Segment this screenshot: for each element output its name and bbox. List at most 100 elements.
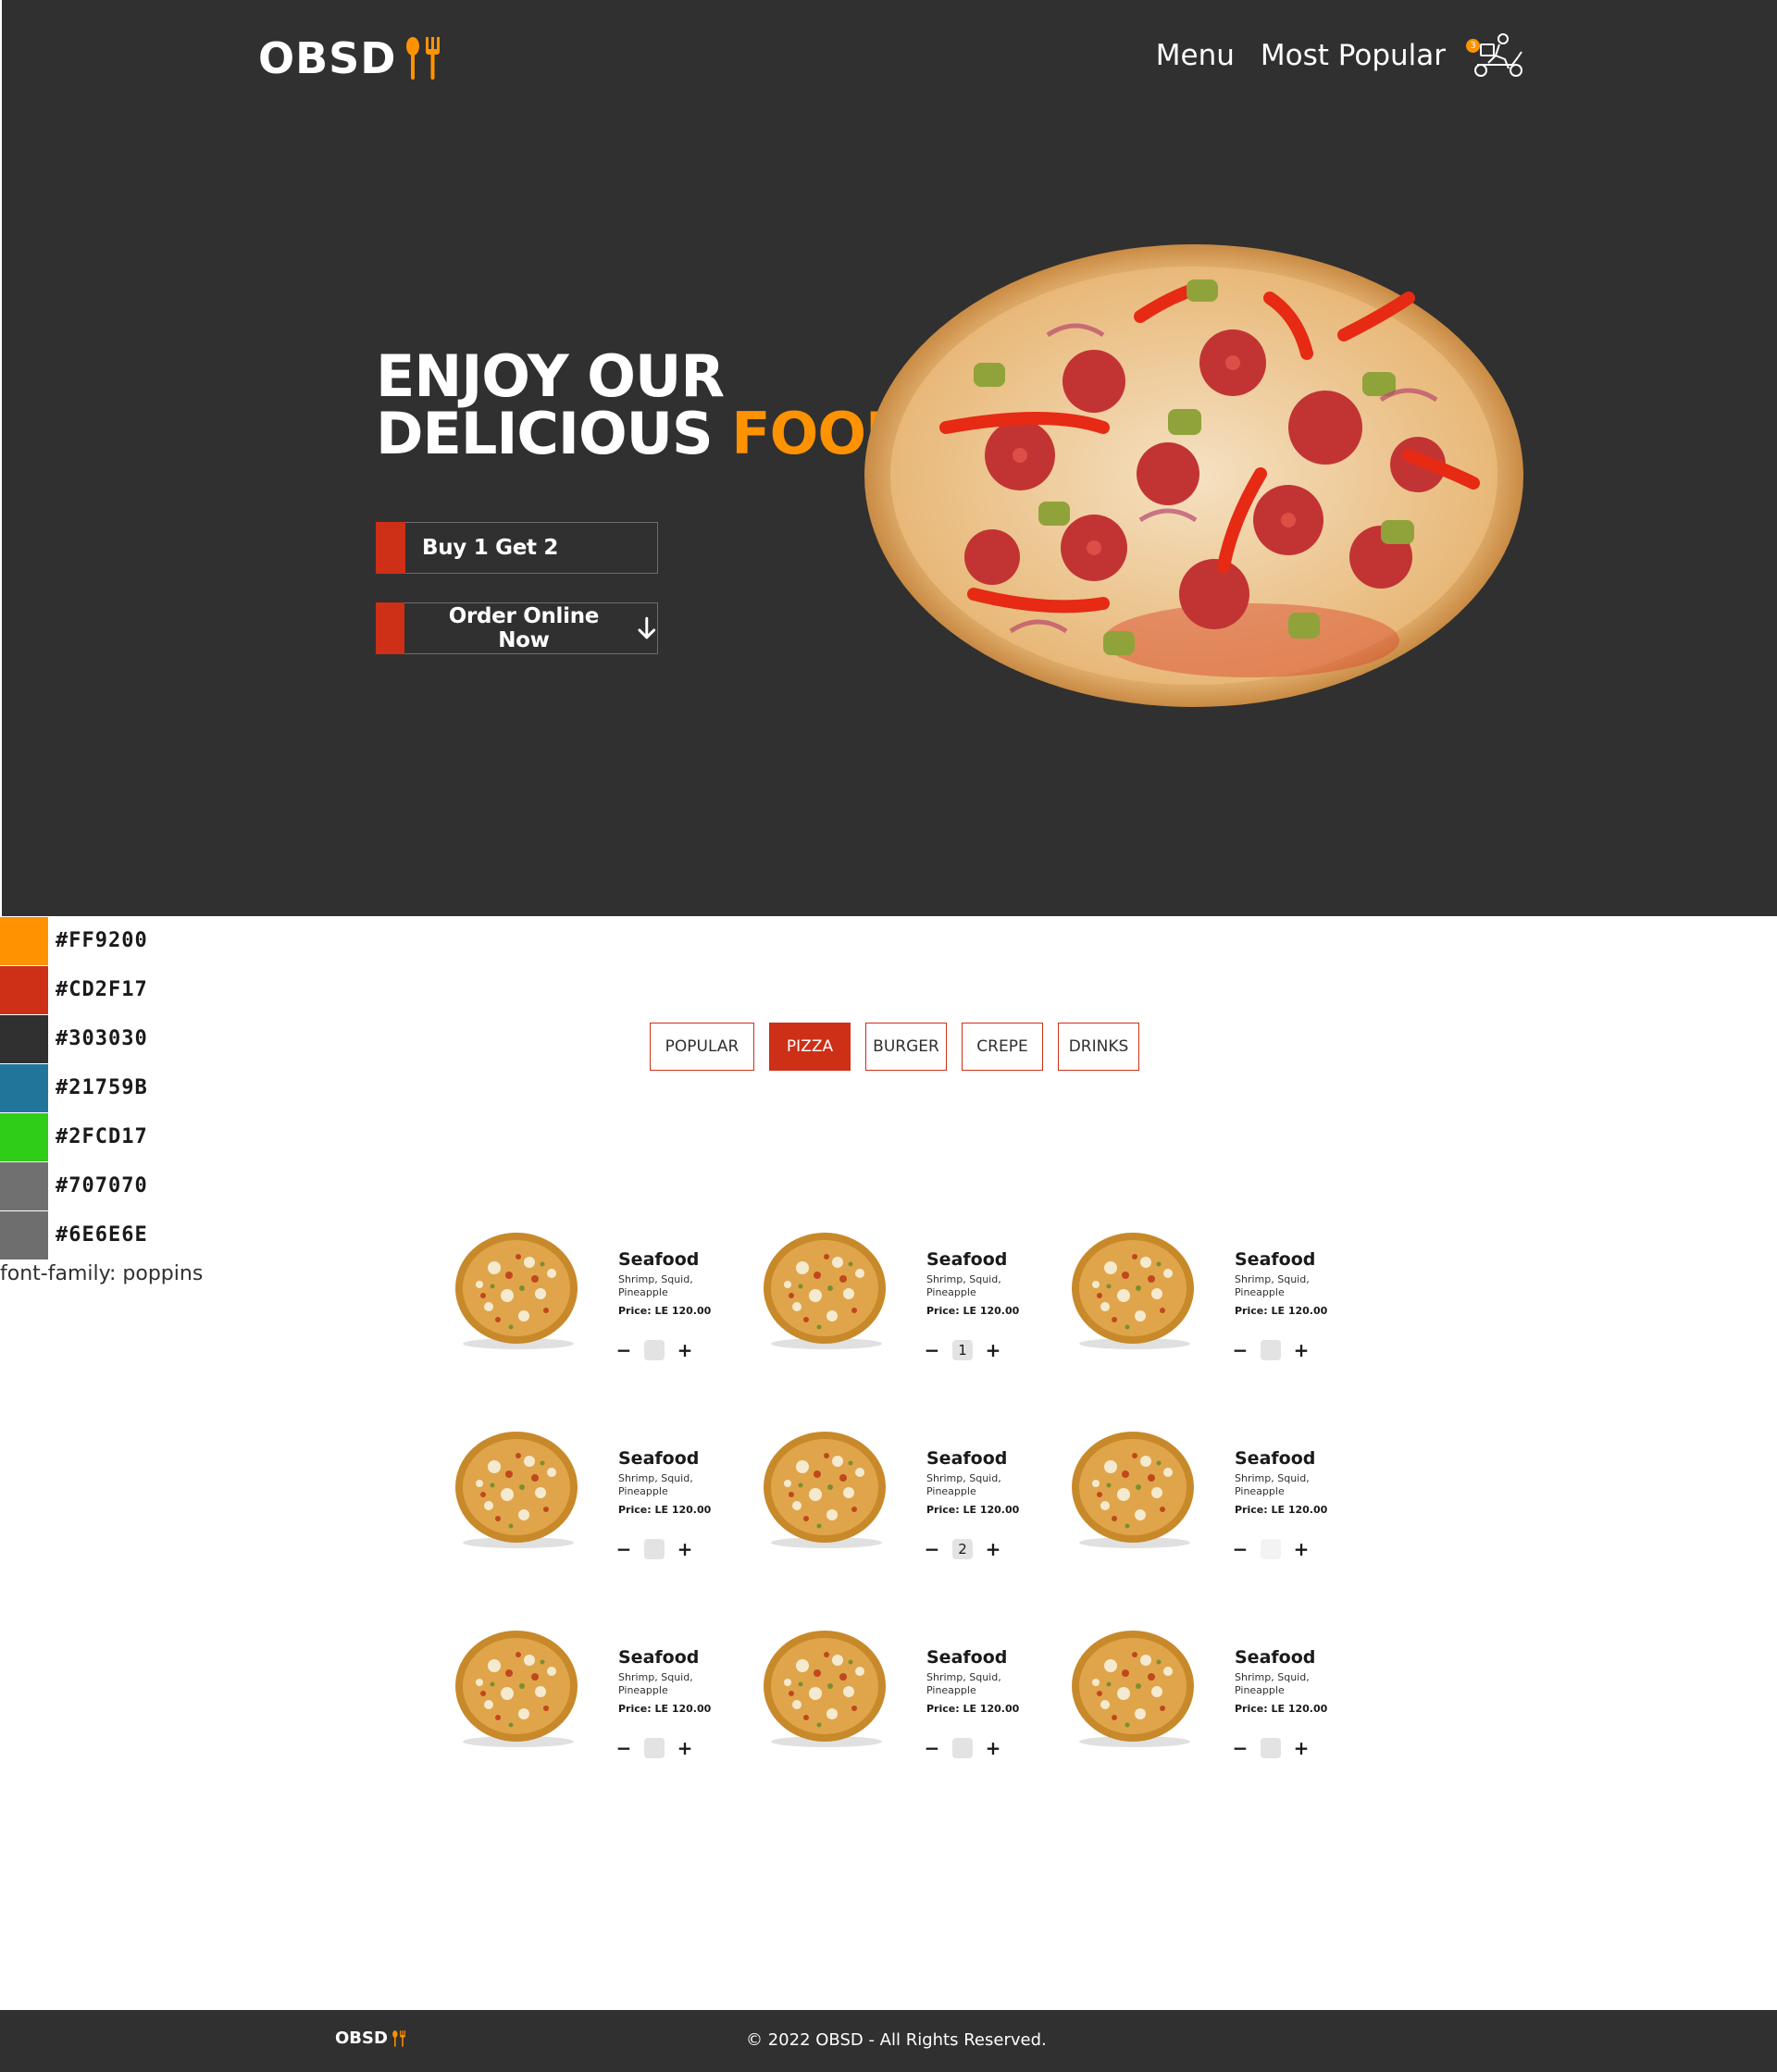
decrease-quantity-button[interactable]: −: [925, 1339, 940, 1361]
decrease-quantity-button[interactable]: −: [616, 1737, 632, 1759]
quantity-stepper: − +: [616, 1737, 693, 1759]
swatch-label: #21759B: [56, 1076, 148, 1099]
quantity-value[interactable]: [644, 1539, 665, 1559]
quantity-value[interactable]: [644, 1340, 665, 1360]
buy-button-label: Buy 1 Get 2: [422, 536, 559, 560]
product-card: Seafood Shrimp, Squid, Pineapple Price: …: [452, 1430, 729, 1569]
product-card: Seafood Shrimp, Squid, Pineapple Price: …: [452, 1231, 729, 1370]
increase-quantity-button[interactable]: +: [677, 1737, 693, 1759]
product-card: Seafood Shrimp, Squid, Pineapple Price: …: [1068, 1629, 1346, 1768]
button-accent-bar: [376, 602, 405, 654]
tab-drinks[interactable]: DRINKS: [1058, 1023, 1139, 1071]
quantity-value[interactable]: [1261, 1340, 1281, 1360]
product-price: Price: LE 120.00: [926, 1504, 1020, 1516]
product-card: Seafood Shrimp, Squid, Pineapple Price: …: [1068, 1430, 1346, 1569]
product-price: Price: LE 120.00: [1235, 1504, 1328, 1516]
decrease-quantity-button[interactable]: −: [925, 1737, 940, 1759]
swatch-color: [0, 1161, 48, 1210]
product-pizza-image: [455, 1233, 578, 1349]
product-price: Price: LE 120.00: [926, 1305, 1020, 1317]
swatch-label: #2FCD17: [56, 1125, 148, 1148]
increase-quantity-button[interactable]: +: [1294, 1737, 1310, 1759]
product-card: Seafood Shrimp, Squid, Pineapple Price: …: [760, 1430, 1038, 1569]
tab-crepe[interactable]: CREPE: [962, 1023, 1043, 1071]
buy-1-get-2-button[interactable]: Buy 1 Get 2: [376, 522, 658, 574]
product-description: Shrimp, Squid, Pineapple: [926, 1671, 1001, 1696]
quantity-stepper: − +: [1233, 1737, 1310, 1759]
product-description: Shrimp, Squid, Pineapple: [1235, 1273, 1310, 1298]
product-description: Shrimp, Squid, Pineapple: [618, 1671, 693, 1696]
quantity-stepper: − +: [925, 1737, 1001, 1759]
quantity-value[interactable]: [1261, 1539, 1281, 1559]
utensils-icon: [392, 2029, 405, 2047]
product-name: Seafood: [618, 1249, 700, 1270]
palette-row: #6E6E6E: [0, 1210, 148, 1259]
footer-logo[interactable]: OBSD: [335, 2029, 406, 2048]
decrease-quantity-button[interactable]: −: [1233, 1538, 1249, 1560]
product-card: Seafood Shrimp, Squid, Pineapple Price: …: [1068, 1231, 1346, 1370]
swatch-color: [0, 1210, 48, 1259]
nav-most-popular-link[interactable]: Most Popular: [1261, 39, 1446, 72]
utensils-icon: [406, 37, 441, 80]
decrease-quantity-button[interactable]: −: [616, 1538, 632, 1560]
tab-burger[interactable]: BURGER: [865, 1023, 947, 1071]
order-online-button[interactable]: Order Online Now: [376, 602, 658, 654]
quantity-stepper: − +: [1233, 1339, 1310, 1361]
decrease-quantity-button[interactable]: −: [616, 1339, 632, 1361]
product-card: Seafood Shrimp, Squid, Pineapple Price: …: [760, 1629, 1038, 1768]
palette-row: #2FCD17: [0, 1112, 148, 1161]
decrease-quantity-button[interactable]: −: [925, 1538, 940, 1560]
product-price: Price: LE 120.00: [618, 1305, 712, 1317]
decrease-quantity-button[interactable]: −: [1233, 1737, 1249, 1759]
increase-quantity-button[interactable]: +: [986, 1737, 1001, 1759]
increase-quantity-button[interactable]: +: [677, 1339, 693, 1361]
decrease-quantity-button[interactable]: −: [1233, 1339, 1249, 1361]
product-price: Price: LE 120.00: [618, 1703, 712, 1715]
footer-logo-text: OBSD: [335, 2029, 388, 2048]
nav-menu-link[interactable]: Menu: [1156, 39, 1235, 72]
increase-quantity-button[interactable]: +: [986, 1538, 1001, 1560]
quantity-value[interactable]: 1: [952, 1340, 973, 1360]
delivery-cart-button[interactable]: 3: [1466, 31, 1527, 80]
color-palette: #FF9200 #CD2F17 #303030 #21759B #2FCD17 …: [0, 916, 148, 1259]
hero-pizza-image: [864, 244, 1523, 707]
product-name: Seafood: [1235, 1647, 1316, 1668]
quantity-value[interactable]: [952, 1738, 973, 1758]
product-description: Shrimp, Squid, Pineapple: [926, 1472, 1001, 1497]
quantity-value[interactable]: [1261, 1738, 1281, 1758]
product-price: Price: LE 120.00: [926, 1703, 1020, 1715]
product-pizza-image: [455, 1432, 578, 1548]
brand-logo[interactable]: OBSD: [258, 33, 442, 83]
quantity-value[interactable]: [644, 1738, 665, 1758]
tab-popular[interactable]: POPULAR: [650, 1023, 754, 1071]
increase-quantity-button[interactable]: +: [1294, 1339, 1310, 1361]
swatch-color: [0, 916, 48, 965]
copyright-text: © 2022 OBSD - All Rights Reserved.: [746, 2030, 1047, 2050]
arrow-down-icon: [638, 616, 656, 639]
swatch-color: [0, 965, 48, 1014]
page-footer: OBSD © 2022 OBSD - All Rights Reserved.: [0, 2010, 1777, 2072]
swatch-label: #303030: [56, 1027, 148, 1050]
quantity-stepper: − 2 +: [925, 1538, 1001, 1560]
tab-pizza[interactable]: PIZZA: [769, 1023, 851, 1071]
product-description: Shrimp, Squid, Pineapple: [1235, 1671, 1310, 1696]
swatch-label: #CD2F17: [56, 978, 148, 1001]
product-description: Shrimp, Squid, Pineapple: [1235, 1472, 1310, 1497]
hero-section: OBSD Menu Most Popular 3 ENJOY OUR DELIC…: [0, 0, 1777, 916]
delivery-scooter-icon: [1474, 33, 1522, 77]
increase-quantity-button[interactable]: +: [986, 1339, 1001, 1361]
button-accent-bar: [376, 522, 405, 574]
increase-quantity-button[interactable]: +: [677, 1538, 693, 1560]
product-description: Shrimp, Squid, Pineapple: [926, 1273, 1001, 1298]
increase-quantity-button[interactable]: +: [1294, 1538, 1310, 1560]
order-button-label: Order Online Now: [448, 604, 600, 652]
product-pizza-image: [764, 1432, 886, 1548]
product-name: Seafood: [926, 1647, 1008, 1668]
quantity-value[interactable]: 2: [952, 1539, 973, 1559]
product-card: Seafood Shrimp, Squid, Pineapple Price: …: [760, 1231, 1038, 1370]
swatch-color: [0, 1112, 48, 1161]
product-pizza-image: [764, 1631, 886, 1747]
product-description: Shrimp, Squid, Pineapple: [618, 1273, 693, 1298]
quantity-stepper: − +: [1233, 1538, 1310, 1560]
swatch-color: [0, 1014, 48, 1063]
